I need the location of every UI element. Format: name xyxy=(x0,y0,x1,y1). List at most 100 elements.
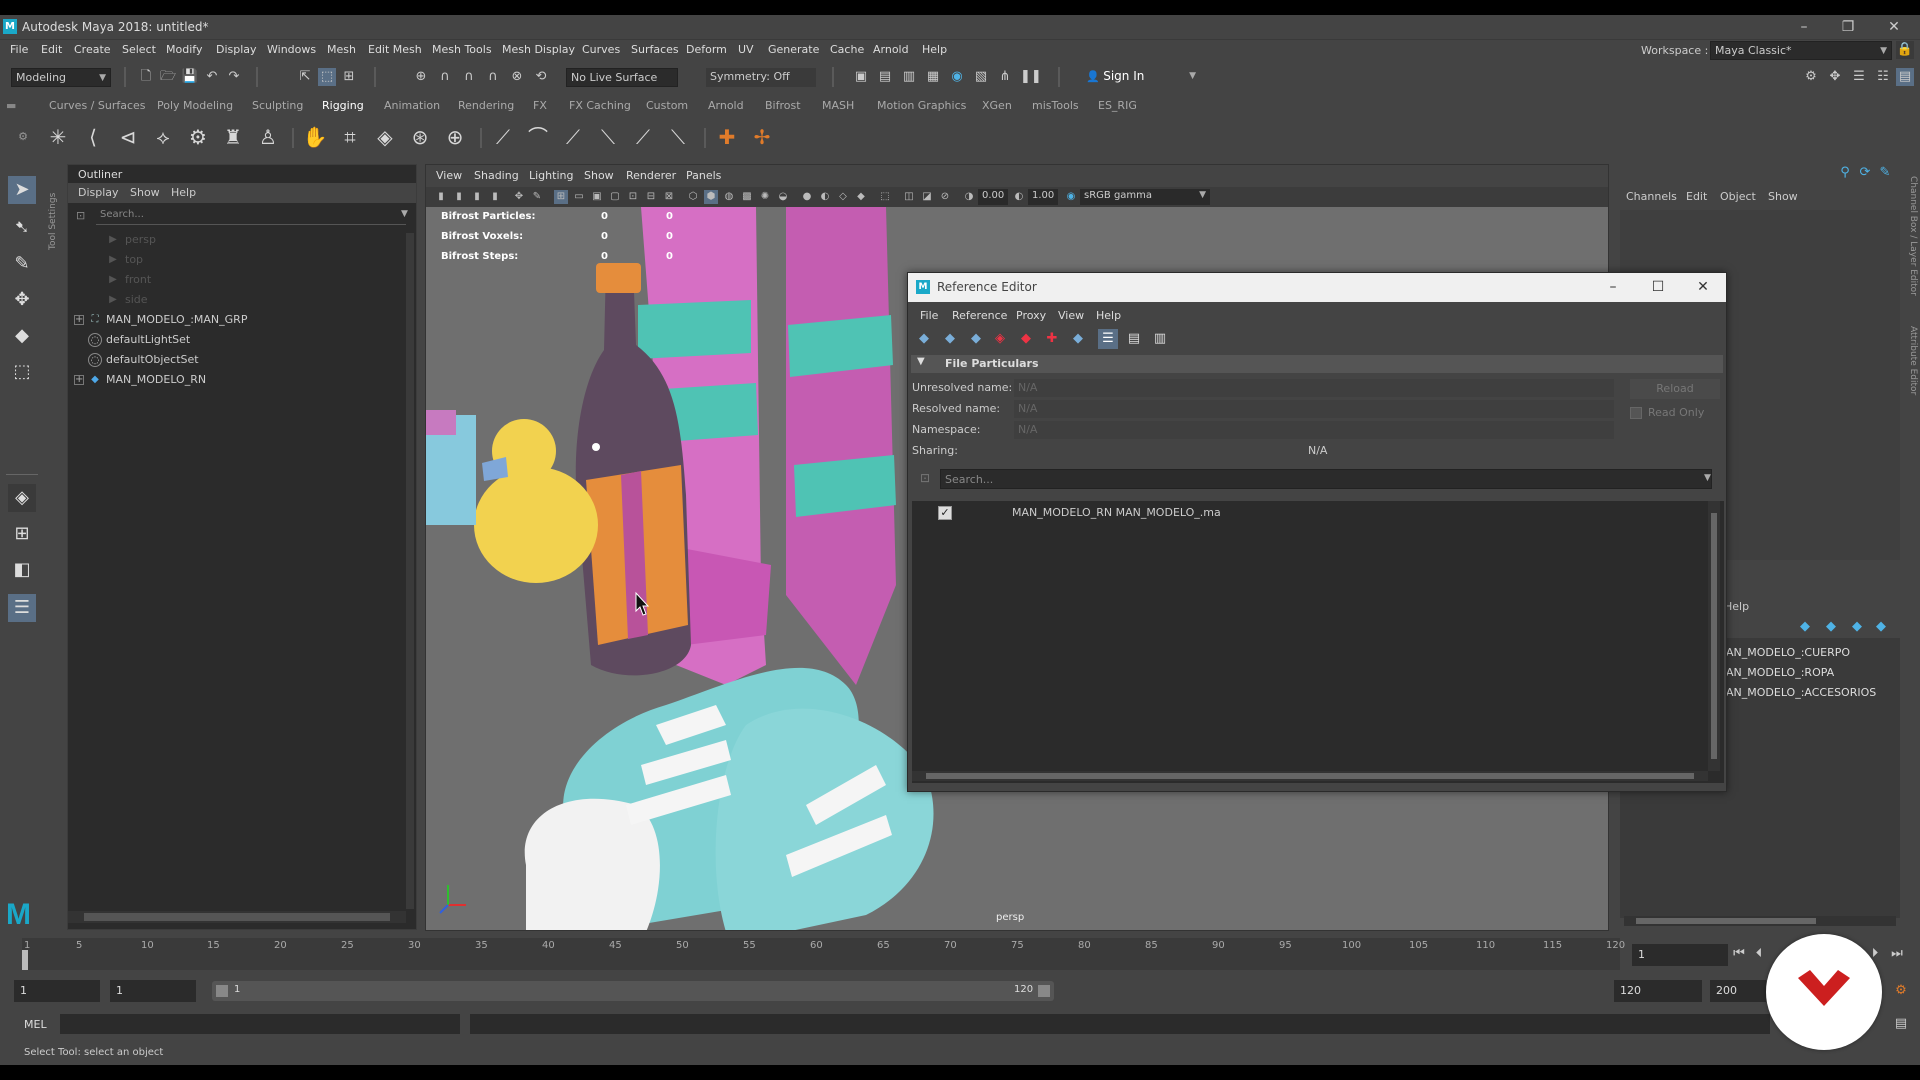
outliner-menu-help[interactable]: Help xyxy=(171,186,196,199)
outliner-menu-display[interactable]: Display xyxy=(78,186,119,199)
outliner-menu-show[interactable]: Show xyxy=(130,186,160,199)
shelf-tab-motion-graphics[interactable]: Motion Graphics xyxy=(877,99,966,112)
reference-row[interactable]: ✓ MAN_MODELO_RN MAN_MODELO_.ma xyxy=(912,503,1702,523)
range-end-handle[interactable] xyxy=(1038,985,1050,997)
go-to-start-icon[interactable]: ⏮ xyxy=(1730,945,1748,963)
live-surface-field[interactable]: No Live Surface xyxy=(566,68,678,87)
refeditor-menu-proxy[interactable]: Proxy xyxy=(1016,309,1046,322)
minimize-button[interactable]: – xyxy=(1784,17,1824,37)
shelf-settings-icon[interactable]: ⚙ xyxy=(10,124,36,150)
reference-list-scrollbar[interactable] xyxy=(1708,501,1720,771)
hypershade-icon[interactable]: ◉ xyxy=(948,68,966,86)
outliner-item-defaultlightset[interactable]: ◌ defaultLightSet xyxy=(68,331,408,349)
shelf-tab-curves-surfaces[interactable]: Curves / Surfaces xyxy=(49,99,146,112)
camera-attributes-icon[interactable]: ▮ xyxy=(452,190,466,204)
replace-reference-icon[interactable]: ◆ xyxy=(1068,329,1088,349)
grid-icon[interactable]: ⊞ xyxy=(554,190,568,204)
exposure-field[interactable]: 0.00 xyxy=(978,189,1008,205)
minimize-button[interactable]: – xyxy=(1598,277,1628,297)
lasso-tool-icon[interactable]: ➷ xyxy=(8,214,36,242)
layer-move-up-icon[interactable]: ◆ xyxy=(1796,618,1814,636)
open-scene-icon[interactable]: 🗁 xyxy=(159,68,177,86)
viewport-menu-panels[interactable]: Panels xyxy=(686,169,721,182)
ik-handle-icon[interactable]: ⟋ xyxy=(490,124,516,150)
menu-mesh-display[interactable]: Mesh Display xyxy=(502,43,575,56)
outliner-search-input[interactable]: Search... xyxy=(96,207,406,225)
layer-move-down-icon[interactable]: ◆ xyxy=(1822,618,1840,636)
reload-reference-icon[interactable]: ◆ xyxy=(940,329,960,349)
select-camera-icon[interactable]: ▮ xyxy=(434,190,448,204)
tool-settings-tab[interactable]: Tool Settings xyxy=(48,170,60,250)
menu-modify[interactable]: Modify xyxy=(166,43,202,56)
scroll-thumb[interactable] xyxy=(1711,513,1717,759)
gate-mask-icon[interactable]: ▢ xyxy=(608,190,622,204)
menu-help[interactable]: Help xyxy=(922,43,947,56)
new-layer-icon[interactable]: ◆ xyxy=(1848,618,1866,636)
reference-loaded-checkbox[interactable]: ✓ xyxy=(938,506,952,520)
bookmarks-icon[interactable]: ▮ xyxy=(470,190,484,204)
menu-set-dropdown[interactable]: Modeling ▼ xyxy=(11,68,111,87)
channel-box-toggle-icon[interactable]: ▤ xyxy=(1896,68,1914,86)
humanik-icon[interactable]: ♜ xyxy=(220,124,246,150)
use-all-lights-icon[interactable]: ✺ xyxy=(758,190,772,204)
snap-plane-icon[interactable]: ∩ xyxy=(484,68,502,86)
range-start-handle[interactable] xyxy=(216,985,228,997)
menu-cache[interactable]: Cache xyxy=(830,43,864,56)
layer-editor-menu-help[interactable]: Help xyxy=(1724,600,1749,613)
four-view-icon[interactable]: ⊞ xyxy=(8,520,36,548)
shelf-menu-icon[interactable]: ▬ xyxy=(6,99,16,112)
move-tool-icon[interactable]: ✥ xyxy=(8,286,36,314)
select-by-hierarchy-icon[interactable]: ⇱ xyxy=(296,68,314,86)
refeditor-menu-file[interactable]: File xyxy=(920,309,938,322)
viewport-menu-show[interactable]: Show xyxy=(584,169,614,182)
safe-title-icon[interactable]: ⊠ xyxy=(662,190,676,204)
aim-constraint-icon[interactable]: ⟍ xyxy=(595,124,621,150)
wireframe-icon[interactable]: ⬡ xyxy=(686,190,700,204)
gamma-field[interactable]: 1.00 xyxy=(1028,189,1058,205)
channels-menu-edit[interactable]: Edit xyxy=(1686,190,1707,203)
orient-constraint-icon[interactable]: ⟋ xyxy=(630,124,656,150)
auto-key-icon[interactable]: ⚙ xyxy=(1892,982,1910,1000)
menu-surfaces[interactable]: Surfaces xyxy=(631,43,679,56)
render-view-icon[interactable]: ▣ xyxy=(852,68,870,86)
outliner-item-defaultobjectset[interactable]: ◌ defaultObjectSet xyxy=(68,351,408,369)
layer-item-cuerpo[interactable]: AN_MODELO_:CUERPO xyxy=(1726,646,1850,659)
close-button[interactable]: ✕ xyxy=(1874,17,1914,37)
menu-file[interactable]: File xyxy=(10,43,28,56)
render-setup-icon[interactable]: ▧ xyxy=(972,68,990,86)
locator-icon[interactable]: ✚ xyxy=(714,124,740,150)
ik-spline-icon[interactable]: ⌒ xyxy=(525,124,551,150)
refeditor-menu-reference[interactable]: Reference xyxy=(952,309,1007,322)
redo-icon[interactable]: ↷ xyxy=(225,68,243,86)
new-scene-icon[interactable]: 🗋 xyxy=(137,68,155,86)
resolved-name-field[interactable]: N/A xyxy=(1014,400,1614,418)
grease-pencil-icon[interactable]: ✎ xyxy=(530,190,544,204)
refeditor-menu-view[interactable]: View xyxy=(1058,309,1084,322)
list-view-icon[interactable]: ☰ xyxy=(1098,329,1118,349)
outliner-layout-icon[interactable]: ☰ xyxy=(8,594,36,622)
symmetry-dropdown[interactable]: Symmetry: Off xyxy=(706,68,816,87)
multisample-aa-icon[interactable]: ◇ xyxy=(836,190,850,204)
go-to-end-icon[interactable]: ⏭ xyxy=(1888,945,1906,963)
save-scene-icon[interactable]: 💾 xyxy=(181,68,199,86)
xray-components-icon[interactable]: ⊘ xyxy=(938,190,952,204)
maximize-button[interactable]: ❐ xyxy=(1828,17,1868,37)
attribute-editor-toggle-icon[interactable]: ☰ xyxy=(1850,68,1868,86)
snap-grid-icon[interactable]: ⊕ xyxy=(412,68,430,86)
bind-skin-icon[interactable]: ⌗ xyxy=(337,124,363,150)
command-input[interactable] xyxy=(60,1014,460,1034)
viewport-menu-shading[interactable]: Shading xyxy=(474,169,519,182)
menu-select[interactable]: Select xyxy=(122,43,156,56)
current-frame-field[interactable]: 1 xyxy=(1632,944,1728,966)
lattice-icon[interactable]: ◈ xyxy=(372,124,398,150)
menu-create[interactable]: Create xyxy=(74,43,111,56)
scale-tool-icon[interactable]: ⬚ xyxy=(8,358,36,386)
custom-script-icon[interactable]: ✢ xyxy=(749,124,775,150)
tree-view-icon[interactable]: ▤ xyxy=(1124,329,1144,349)
select-by-component-icon[interactable]: ⊞ xyxy=(340,68,358,86)
mirror-joint-icon[interactable]: ⊲ xyxy=(115,124,141,150)
viewport-menu-renderer[interactable]: Renderer xyxy=(626,169,676,182)
shelf-tab-rendering[interactable]: Rendering xyxy=(458,99,514,112)
pole-vector-icon[interactable]: ⟋ xyxy=(560,124,586,150)
chevron-down-icon[interactable]: ▼ xyxy=(401,209,408,219)
